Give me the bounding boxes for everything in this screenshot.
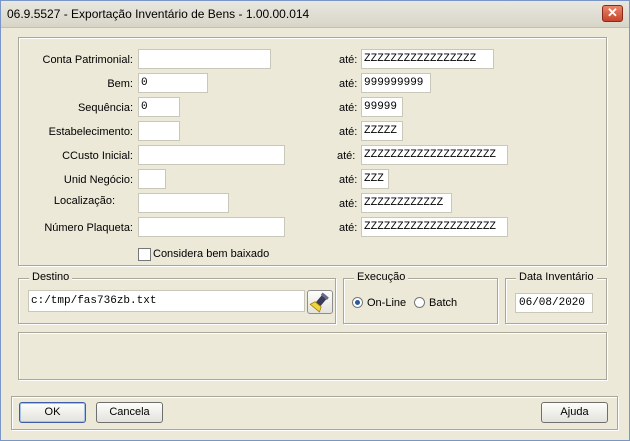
- unid-negocio-from-input[interactable]: [138, 169, 166, 189]
- numero-plaqueta-to-input[interactable]: ZZZZZZZZZZZZZZZZZZZZ: [361, 217, 508, 237]
- unid-negocio-ate-label: até:: [339, 174, 358, 186]
- numero-plaqueta-from-input[interactable]: [138, 217, 285, 237]
- ccusto-inicial-to-input[interactable]: ZZZZZZZZZZZZZZZZZZZZ: [361, 145, 508, 165]
- localizacao-from-input[interactable]: [138, 193, 229, 213]
- sequencia-ate-label: até:: [339, 102, 358, 114]
- help-button[interactable]: Ajuda: [541, 402, 608, 423]
- ok-button[interactable]: OK: [19, 402, 86, 423]
- close-button[interactable]: ✕: [602, 5, 623, 22]
- dialog-window: 06.9.5527 - Exportação Inventário de Ben…: [0, 0, 630, 441]
- bem-to-input[interactable]: 999999999: [361, 73, 431, 93]
- cancel-button[interactable]: Cancela: [96, 402, 163, 423]
- close-icon: ✕: [607, 5, 618, 20]
- ccusto-inicial-from-input[interactable]: [138, 145, 285, 165]
- conta-patrimonial-to-input[interactable]: ZZZZZZZZZZZZZZZZZ: [361, 49, 494, 69]
- bem-from-input[interactable]: 0: [138, 73, 208, 93]
- conta-patrimonial-from-input[interactable]: [138, 49, 271, 69]
- destino-legend: Destino: [29, 271, 73, 283]
- estabelecimento-to-input[interactable]: ZZZZZ: [361, 121, 403, 141]
- status-panel: [18, 332, 607, 380]
- online-radio[interactable]: [352, 297, 363, 308]
- batch-radio-label: Batch: [429, 297, 458, 309]
- unid-negocio-label: Unid Negócio:: [63, 174, 133, 186]
- localizacao-label: Localização:: [53, 195, 115, 207]
- ccusto-ate-label: até:: [337, 150, 356, 162]
- conta-patrimonial-label: Conta Patrimonial:: [42, 54, 134, 66]
- localizacao-to-input[interactable]: ZZZZZZZZZZZZ: [361, 193, 452, 213]
- flashlight-search-icon: [309, 292, 329, 313]
- data-inventario-legend: Data Inventário: [516, 271, 597, 283]
- estabelecimento-label: Estabelecimento:: [48, 126, 133, 138]
- batch-radio[interactable]: [414, 297, 425, 308]
- execucao-legend: Execução: [354, 271, 409, 283]
- browse-button[interactable]: [307, 290, 333, 314]
- ccusto-inicial-label: CCusto Inicial:: [62, 150, 133, 162]
- unid-negocio-to-input[interactable]: ZZZ: [361, 169, 389, 189]
- sequencia-to-input[interactable]: 99999: [361, 97, 403, 117]
- destino-path-input[interactable]: c:/tmp/fas736zb.txt: [28, 290, 305, 312]
- bem-label: Bem:: [107, 78, 133, 90]
- numero-plaqueta-label: Número Plaqueta:: [44, 222, 133, 234]
- estabelecimento-from-input[interactable]: [138, 121, 180, 141]
- data-inventario-input[interactable]: 06/08/2020: [515, 293, 593, 313]
- localizacao-ate-label: até:: [339, 198, 358, 210]
- window-title: 06.9.5527 - Exportação Inventário de Ben…: [7, 7, 310, 21]
- online-radio-label: On-Line: [367, 297, 407, 309]
- considera-bem-baixado-label: Considera bem baixado: [153, 248, 270, 260]
- sequencia-label: Sequência:: [77, 102, 133, 114]
- conta-patrimonial-ate-label: até:: [339, 54, 358, 66]
- numero-plaqueta-ate-label: até:: [339, 222, 358, 234]
- bem-ate-label: até:: [339, 78, 358, 90]
- considera-bem-baixado-checkbox[interactable]: [138, 248, 151, 261]
- estabelecimento-ate-label: até:: [339, 126, 358, 138]
- title-bar: 06.9.5527 - Exportação Inventário de Ben…: [1, 1, 629, 28]
- sequencia-from-input[interactable]: 0: [138, 97, 180, 117]
